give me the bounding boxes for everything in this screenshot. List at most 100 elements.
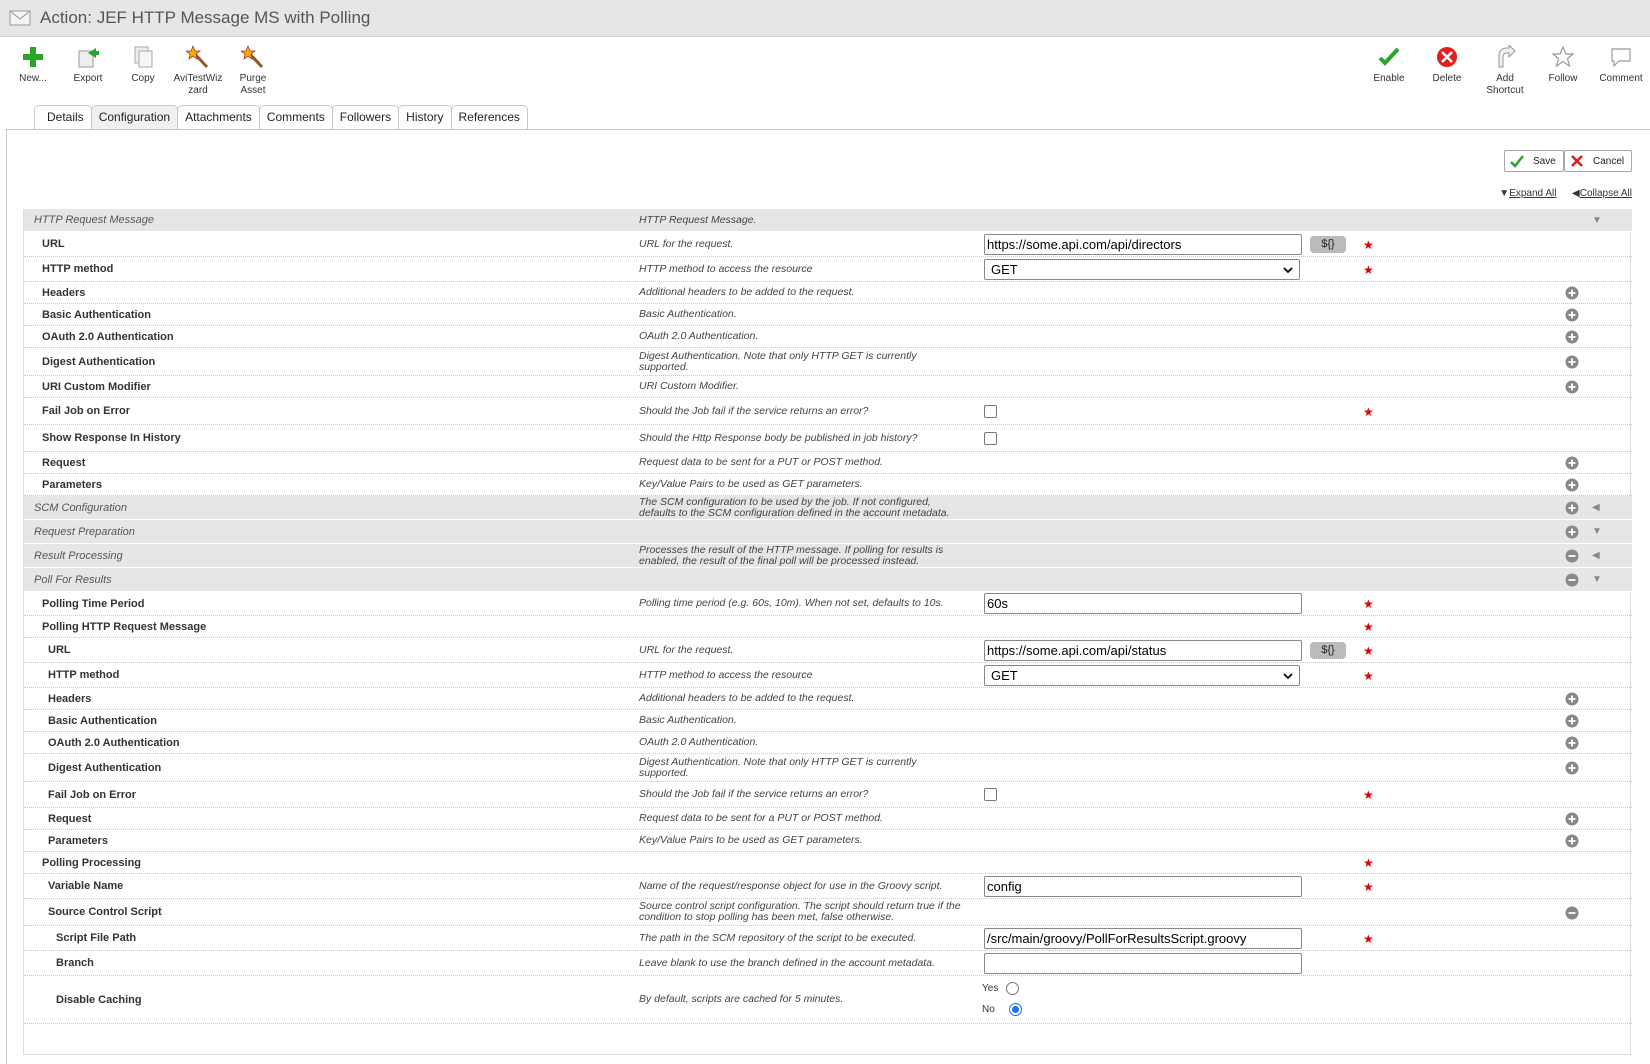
tab-references[interactable]: References	[450, 105, 528, 129]
title-bar: Action: JEF HTTP Message MS with Polling	[0, 0, 1650, 37]
field-row-branch: Branch Leave blank to use the branch defi…	[24, 951, 1632, 976]
section-request-preparation[interactable]: Request Preparation ▼	[24, 520, 1632, 544]
caret-down-icon[interactable]: ▼	[1592, 526, 1602, 537]
polling-time-period-input[interactable]	[984, 593, 1302, 614]
radio-label: Yes	[982, 983, 999, 994]
section-scm-configuration[interactable]: SCM Configuration The SCM configuration t…	[24, 496, 1632, 520]
purge-asset-button[interactable]: Purge Asset	[224, 40, 282, 97]
field-row-basic-authentication: Basic Authentication Basic Authentication…	[24, 304, 1632, 326]
section-http-request-message[interactable]: HTTP Request Message HTTP Request Message…	[24, 209, 1632, 232]
field-description: URI Custom Modifier.	[639, 380, 739, 392]
comment-icon	[1611, 48, 1631, 67]
add-icon[interactable]	[1565, 501, 1579, 515]
section-result-processing[interactable]: Result Processing Processes the result of…	[24, 544, 1632, 568]
http-method-select[interactable]: GET	[984, 258, 1300, 280]
required-star-icon: ★	[1363, 262, 1374, 277]
collapse-all-link[interactable]: Collapse All	[1580, 188, 1632, 199]
comment-button[interactable]: Comment	[1592, 40, 1650, 85]
field-row-parameters: Parameters Key/Value Pairs to be used as …	[24, 474, 1632, 496]
add-icon[interactable]	[1565, 834, 1579, 848]
field-label: Fail Job on Error	[42, 405, 131, 417]
page-title: Action: JEF HTTP Message MS with Polling	[40, 8, 371, 27]
new-button[interactable]: New...	[4, 40, 62, 85]
save-button[interactable]: Save	[1504, 150, 1564, 172]
radio-no-option[interactable]: No	[982, 1003, 1022, 1016]
remove-icon[interactable]	[1565, 906, 1579, 920]
field-description: Should the Http Response body be publish…	[639, 431, 918, 444]
add-icon[interactable]	[1565, 380, 1579, 394]
caret-down-icon[interactable]: ▼	[1592, 215, 1602, 226]
add-icon[interactable]	[1565, 761, 1579, 775]
field-row-url: URL URL for the request. ${} ★	[24, 232, 1632, 257]
required-star-icon: ★	[1363, 668, 1374, 683]
field-label: URL	[48, 644, 71, 656]
fail-job-on-error-checkbox[interactable]	[984, 788, 997, 801]
add-icon[interactable]	[1565, 308, 1579, 322]
remove-icon[interactable]	[1565, 549, 1579, 563]
caret-left-icon[interactable]: ◀	[1592, 502, 1600, 513]
field-label: SCM Configuration	[34, 501, 127, 514]
add-icon[interactable]	[1565, 456, 1579, 470]
variable-name-input[interactable]	[984, 875, 1302, 897]
radio-yes-option[interactable]: Yes	[982, 982, 1020, 995]
follow-button[interactable]: Follow	[1534, 40, 1592, 85]
required-star-icon: ★	[1363, 237, 1374, 252]
chevron-down-icon	[1283, 668, 1293, 683]
radio-label: No	[982, 1004, 995, 1015]
add-icon[interactable]	[1565, 736, 1579, 750]
field-label: Basic Authentication	[48, 714, 157, 727]
field-label: OAuth 2.0 Authentication	[48, 736, 180, 749]
branch-input[interactable]	[984, 952, 1302, 974]
add-icon[interactable]	[1565, 478, 1579, 492]
field-label: URI Custom Modifier	[42, 380, 151, 393]
fail-job-on-error-checkbox[interactable]	[984, 404, 997, 418]
add-icon[interactable]	[1565, 330, 1579, 344]
export-button[interactable]: Export	[59, 40, 117, 85]
radio-no[interactable]	[1008, 1003, 1022, 1016]
tab-history[interactable]: History	[398, 105, 452, 129]
field-label: Branch	[56, 957, 94, 969]
section-poll-for-results[interactable]: Poll For Results ▼	[24, 568, 1632, 592]
field-label: Headers	[48, 692, 92, 705]
tab-configuration[interactable]: Configuration	[90, 105, 179, 129]
add-icon[interactable]	[1565, 525, 1579, 539]
script-file-path-input[interactable]	[984, 927, 1302, 949]
tab-comments[interactable]: Comments	[258, 105, 333, 129]
tab-attachments[interactable]: Attachments	[177, 105, 260, 129]
add-shortcut-button[interactable]: Add Shortcut	[1476, 40, 1534, 97]
caret-left-icon[interactable]: ◀	[1592, 550, 1600, 561]
expand-all-link[interactable]: Expand All	[1509, 188, 1556, 199]
cancel-button[interactable]: Cancel	[1564, 150, 1633, 172]
variables-button[interactable]: ${}	[1310, 236, 1346, 253]
add-icon[interactable]	[1565, 286, 1579, 300]
field-label: Polling Processing	[42, 856, 142, 869]
url-input[interactable]	[984, 639, 1302, 661]
remove-icon[interactable]	[1565, 573, 1579, 587]
tab-followers[interactable]: Followers	[331, 105, 400, 129]
check-icon	[1378, 47, 1400, 66]
variables-button[interactable]: ${}	[1310, 642, 1346, 659]
selected-value: GET	[991, 261, 1018, 277]
radio-yes[interactable]	[1006, 982, 1020, 995]
add-icon[interactable]	[1565, 692, 1579, 706]
field-description: Name of the request/response object for …	[639, 879, 943, 892]
field-description: Should the Job fail if the service retur…	[639, 404, 869, 417]
field-description: Digest Authentication. Note that only HT…	[639, 755, 917, 779]
delete-button[interactable]: Delete	[1418, 40, 1476, 85]
field-row-basic-authentication: Basic Authentication Basic Authentication…	[24, 710, 1632, 732]
tab-details[interactable]: Details	[34, 105, 92, 129]
enable-button[interactable]: Enable	[1360, 40, 1418, 85]
field-label: Fail Job on Error	[48, 788, 137, 801]
star-icon	[1551, 45, 1575, 68]
url-input[interactable]	[984, 233, 1302, 255]
http-method-select[interactable]: GET	[984, 664, 1300, 686]
copy-button[interactable]: Copy	[114, 40, 172, 85]
add-icon[interactable]	[1565, 714, 1579, 728]
add-icon[interactable]	[1565, 812, 1579, 826]
caret-down-icon[interactable]: ▼	[1592, 574, 1602, 585]
avitestwizzard-button[interactable]: AviTestWiz zard	[169, 40, 227, 97]
export-icon	[78, 48, 99, 68]
field-label: Show Response In History	[42, 432, 181, 444]
add-icon[interactable]	[1565, 355, 1579, 369]
show-response-in-history-checkbox[interactable]	[984, 431, 997, 445]
